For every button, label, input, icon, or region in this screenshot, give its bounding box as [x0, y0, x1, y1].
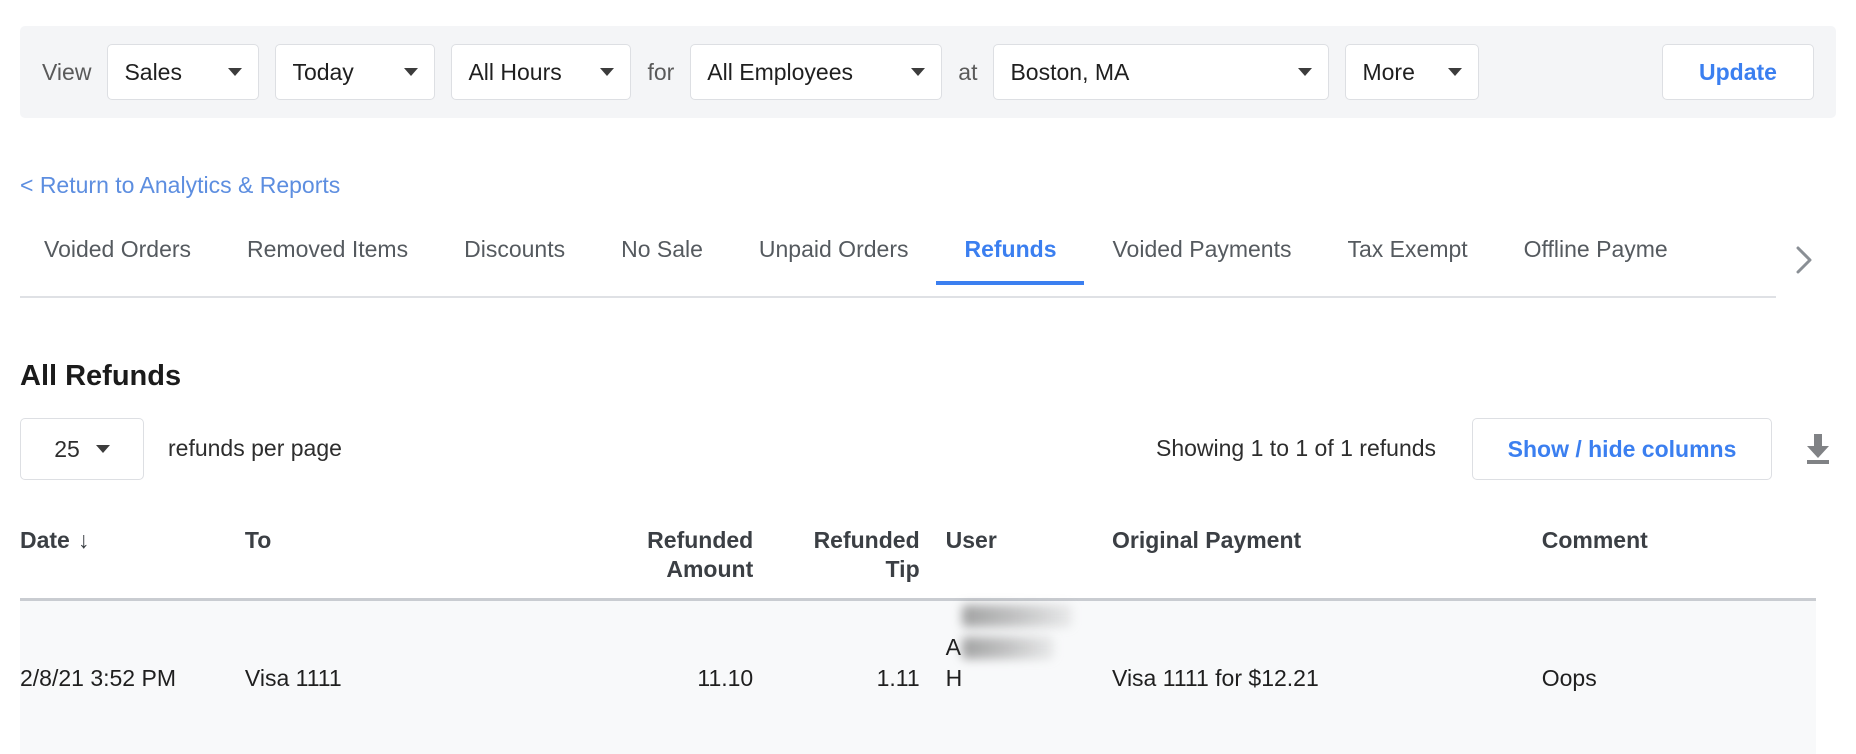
hours-select[interactable]: All Hours	[451, 44, 632, 100]
for-label: for	[647, 58, 675, 85]
tab-unpaid-orders[interactable]: Unpaid Orders	[731, 232, 937, 285]
chevron-down-icon	[95, 445, 110, 453]
analytics-refunds-page: View Sales Today All Hours for All Emplo…	[0, 0, 1856, 754]
tabs-underline	[20, 296, 1776, 298]
chevron-down-icon	[600, 68, 615, 76]
more-filters-select[interactable]: More	[1345, 44, 1480, 100]
column-header-refunded-tip[interactable]: Refunded Tip	[753, 518, 920, 584]
at-label: at	[958, 58, 978, 85]
more-filters-value: More	[1362, 58, 1415, 85]
chevron-down-icon	[228, 68, 243, 76]
update-button[interactable]: Update	[1662, 44, 1814, 100]
tab-voided-payments[interactable]: Voided Payments	[1084, 232, 1319, 285]
rows-per-page-label: refunds per page	[168, 435, 342, 461]
chevron-down-icon	[1298, 68, 1313, 76]
column-header-to[interactable]: To	[245, 518, 492, 555]
download-icon[interactable]	[1800, 430, 1836, 468]
tab-removed-items[interactable]: Removed Items	[219, 232, 436, 285]
report-type-select[interactable]: Sales	[107, 44, 260, 100]
rows-per-page-select[interactable]: 25	[20, 418, 144, 480]
column-header-refunded-amount[interactable]: Refunded Amount	[492, 518, 753, 584]
chevron-right-icon[interactable]	[1784, 240, 1824, 280]
date-range-select[interactable]: Today	[275, 44, 436, 100]
filter-toolbar: View Sales Today All Hours for All Emplo…	[20, 26, 1836, 118]
tab-voided-orders[interactable]: Voided Orders	[20, 232, 219, 285]
redaction-blur-first-name	[961, 604, 1072, 627]
table-row[interactable]: 2/8/21 3:52 PM Visa 1111 11.10 1.11 A H …	[20, 600, 1816, 754]
chevron-down-icon	[911, 68, 926, 76]
cell-date: 2/8/21 3:52 PM	[20, 664, 176, 691]
column-header-date[interactable]: Date ↓	[20, 518, 245, 555]
hours-value: All Hours	[468, 58, 562, 85]
report-tabs: Voided Orders Removed Items Discounts No…	[20, 232, 1836, 304]
page-title: All Refunds	[20, 360, 182, 392]
view-label: View	[42, 58, 92, 85]
column-header-user[interactable]: User	[920, 518, 1112, 555]
cell-original-payment: Visa 1111 for $12.21	[1112, 664, 1319, 691]
table-controls: 25 refunds per page Showing 1 to 1 of 1 …	[20, 418, 1836, 480]
tabs-strip: Voided Orders Removed Items Discounts No…	[20, 232, 1776, 300]
chevron-down-icon	[1448, 68, 1463, 76]
cell-user: A H	[920, 601, 1112, 754]
location-value: Boston, MA	[1010, 58, 1130, 85]
cell-refunded-amount: 11.10	[697, 664, 754, 691]
date-range-value: Today	[292, 58, 354, 85]
redaction-blur-last-name	[961, 636, 1054, 659]
tab-offline-payments[interactable]: Offline Payme	[1496, 232, 1696, 285]
column-header-comment[interactable]: Comment	[1542, 518, 1816, 555]
tab-no-sale[interactable]: No Sale	[593, 232, 731, 285]
rows-per-page-value: 25	[54, 435, 80, 462]
column-header-original-payment[interactable]: Original Payment	[1112, 518, 1542, 555]
employees-value: All Employees	[707, 58, 854, 85]
cell-comment: Oops	[1541, 664, 1597, 691]
chevron-down-icon	[404, 68, 419, 76]
report-type-value: Sales	[124, 58, 182, 85]
location-select[interactable]: Boston, MA	[993, 44, 1330, 100]
cell-refunded-tip: 1.11	[876, 664, 920, 691]
tab-discounts[interactable]: Discounts	[436, 232, 593, 285]
cell-to: Visa 1111	[244, 664, 342, 691]
cell-user-text: A H	[945, 633, 963, 691]
table-header-row: Date ↓ To Refunded Amount Refunded Tip Us…	[20, 518, 1816, 598]
refunds-table: Date ↓ To Refunded Amount Refunded Tip Us…	[20, 518, 1816, 754]
tab-refunds[interactable]: Refunds	[936, 232, 1085, 285]
show-hide-columns-button[interactable]: Show / hide columns	[1472, 418, 1772, 480]
return-to-analytics-link[interactable]: < Return to Analytics & Reports	[20, 172, 340, 199]
showing-count-text: Showing 1 to 1 of 1 refunds	[1156, 435, 1437, 461]
tab-tax-exempt[interactable]: Tax Exempt	[1320, 232, 1496, 285]
sort-descending-icon: ↓	[77, 527, 90, 553]
employees-select[interactable]: All Employees	[690, 44, 943, 100]
